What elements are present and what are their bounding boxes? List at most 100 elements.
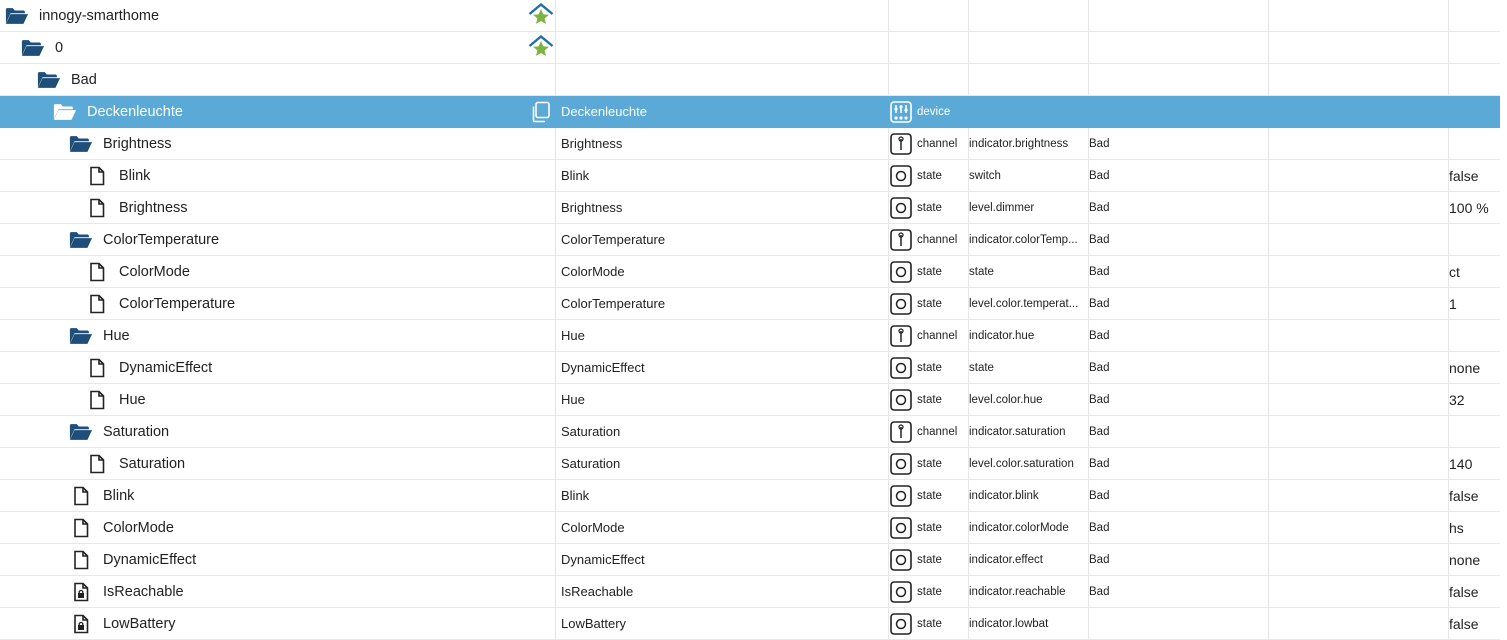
value-cell[interactable]: ct	[1449, 256, 1500, 287]
table-row[interactable]: 0	[0, 32, 1500, 64]
tree-cell[interactable]: Brightness	[0, 128, 556, 159]
value-cell[interactable]	[1449, 128, 1500, 159]
tree-cell[interactable]: 0	[0, 32, 556, 63]
value-cell[interactable]: 32	[1449, 384, 1500, 415]
folder-open-icon[interactable]	[69, 422, 93, 442]
tree-cell[interactable]: ColorTemperature	[0, 288, 556, 319]
folder-open-icon[interactable]	[69, 326, 93, 346]
object-value[interactable]: false	[1449, 584, 1479, 600]
object-value[interactable]: 100 %	[1449, 200, 1489, 216]
table-row[interactable]: DynamicEffect DynamicEffect state indicato…	[0, 544, 1500, 576]
file-icon[interactable]	[85, 166, 109, 186]
value-cell[interactable]	[1449, 32, 1500, 63]
table-row[interactable]: Saturation Saturation channel indicator.sa…	[0, 416, 1500, 448]
file-icon[interactable]	[85, 454, 109, 474]
folder-open-icon[interactable]	[53, 102, 77, 122]
value-cell[interactable]: none	[1449, 544, 1500, 575]
folder-open-icon[interactable]	[69, 134, 93, 154]
tree-cell[interactable]: ColorMode	[0, 256, 556, 287]
object-value[interactable]: ct	[1449, 264, 1460, 280]
tree-cell[interactable]: Hue	[0, 320, 556, 351]
file-lock-icon[interactable]	[69, 614, 93, 634]
tree-cell[interactable]: Blink	[0, 160, 556, 191]
table-row[interactable]: innogy-smarthome	[0, 0, 1500, 32]
value-cell[interactable]	[1449, 64, 1500, 95]
table-row[interactable]: ColorMode ColorMode state state Bad ct	[0, 256, 1500, 288]
table-row[interactable]: Blink Blink state indicator.blink Bad false	[0, 480, 1500, 512]
value-cell[interactable]: 140	[1449, 448, 1500, 479]
room-cell	[1089, 64, 1269, 95]
file-icon[interactable]	[85, 390, 109, 410]
value-cell[interactable]	[1449, 96, 1500, 127]
table-row[interactable]: Brightness Brightness state level.dimmer Ba…	[0, 192, 1500, 224]
value-cell[interactable]: false	[1449, 160, 1500, 191]
file-icon[interactable]	[85, 198, 109, 218]
file-icon[interactable]	[85, 358, 109, 378]
table-row[interactable]: LowBattery LowBattery state indicator.lowb…	[0, 608, 1500, 640]
file-icon[interactable]	[85, 262, 109, 282]
object-value[interactable]: 32	[1449, 392, 1465, 408]
object-value[interactable]: none	[1449, 360, 1480, 376]
object-value[interactable]: false	[1449, 488, 1479, 504]
table-row[interactable]: ColorMode ColorMode state indicator.colorM…	[0, 512, 1500, 544]
file-icon[interactable]	[69, 550, 93, 570]
value-cell[interactable]: 100 %	[1449, 192, 1500, 223]
object-value[interactable]: none	[1449, 552, 1480, 568]
file-icon[interactable]	[85, 294, 109, 314]
object-value[interactable]: 1	[1449, 296, 1457, 312]
value-cell[interactable]	[1449, 224, 1500, 255]
object-value[interactable]: false	[1449, 168, 1479, 184]
table-row[interactable]: Deckenleuchte Deckenleuchte device	[0, 96, 1500, 128]
folder-open-icon[interactable]	[37, 70, 61, 90]
file-icon[interactable]	[69, 518, 93, 538]
type-cell: state	[889, 192, 969, 223]
folder-open-icon[interactable]	[5, 6, 29, 26]
value-cell[interactable]: false	[1449, 480, 1500, 511]
folder-open-icon[interactable]	[21, 38, 45, 58]
table-row[interactable]: Brightness Brightness channel indicator.br…	[0, 128, 1500, 160]
object-value[interactable]: false	[1449, 616, 1479, 632]
object-room: Bad	[1089, 169, 1110, 182]
table-row[interactable]: ColorTemperature ColorTemperature channel…	[0, 224, 1500, 256]
copy-icon[interactable]	[530, 101, 552, 123]
value-cell[interactable]	[1449, 320, 1500, 351]
table-row[interactable]: IsReachable IsReachable state indicator.re…	[0, 576, 1500, 608]
tree-cell[interactable]: ColorMode	[0, 512, 556, 543]
table-row[interactable]: Bad	[0, 64, 1500, 96]
tree-cell[interactable]: Brightness	[0, 192, 556, 223]
tree-cell[interactable]: LowBattery	[0, 608, 556, 639]
object-value[interactable]: hs	[1449, 520, 1464, 536]
role-cell: indicator.effect	[969, 544, 1089, 575]
value-cell[interactable]: false	[1449, 608, 1500, 639]
tree-cell[interactable]: IsReachable	[0, 576, 556, 607]
room-cell: Bad	[1089, 352, 1269, 383]
object-value[interactable]: 140	[1449, 456, 1472, 472]
tree-cell[interactable]: Deckenleuchte	[0, 96, 556, 127]
tree-cell[interactable]: ColorTemperature	[0, 224, 556, 255]
file-icon[interactable]	[69, 486, 93, 506]
tree-cell[interactable]: DynamicEffect	[0, 352, 556, 383]
value-cell[interactable]: none	[1449, 352, 1500, 383]
file-lock-icon[interactable]	[69, 582, 93, 602]
value-cell[interactable]: false	[1449, 576, 1500, 607]
tree-cell[interactable]: innogy-smarthome	[0, 0, 556, 31]
value-cell[interactable]	[1449, 0, 1500, 31]
tree-cell[interactable]: Hue	[0, 384, 556, 415]
tree-cell[interactable]: Saturation	[0, 416, 556, 447]
tree-cell[interactable]: Bad	[0, 64, 556, 95]
value-cell[interactable]: 1	[1449, 288, 1500, 319]
table-row[interactable]: Hue Hue state level.color.hue Bad 32	[0, 384, 1500, 416]
table-row[interactable]: Saturation Saturation state level.color.sa…	[0, 448, 1500, 480]
folder-open-icon[interactable]	[69, 230, 93, 250]
tree-cell[interactable]: DynamicEffect	[0, 544, 556, 575]
tree-label: Blink	[103, 487, 135, 504]
table-row[interactable]: DynamicEffect DynamicEffect state state Bad…	[0, 352, 1500, 384]
tree-cell[interactable]: Blink	[0, 480, 556, 511]
tree-cell[interactable]: Saturation	[0, 448, 556, 479]
table-row[interactable]: ColorTemperature ColorTemperature state le…	[0, 288, 1500, 320]
value-cell[interactable]	[1449, 416, 1500, 447]
table-row[interactable]: Hue Hue channel indicator.hue Bad	[0, 320, 1500, 352]
value-cell[interactable]: hs	[1449, 512, 1500, 543]
object-name: ColorTemperature	[561, 232, 666, 247]
table-row[interactable]: Blink Blink state switch Bad false	[0, 160, 1500, 192]
